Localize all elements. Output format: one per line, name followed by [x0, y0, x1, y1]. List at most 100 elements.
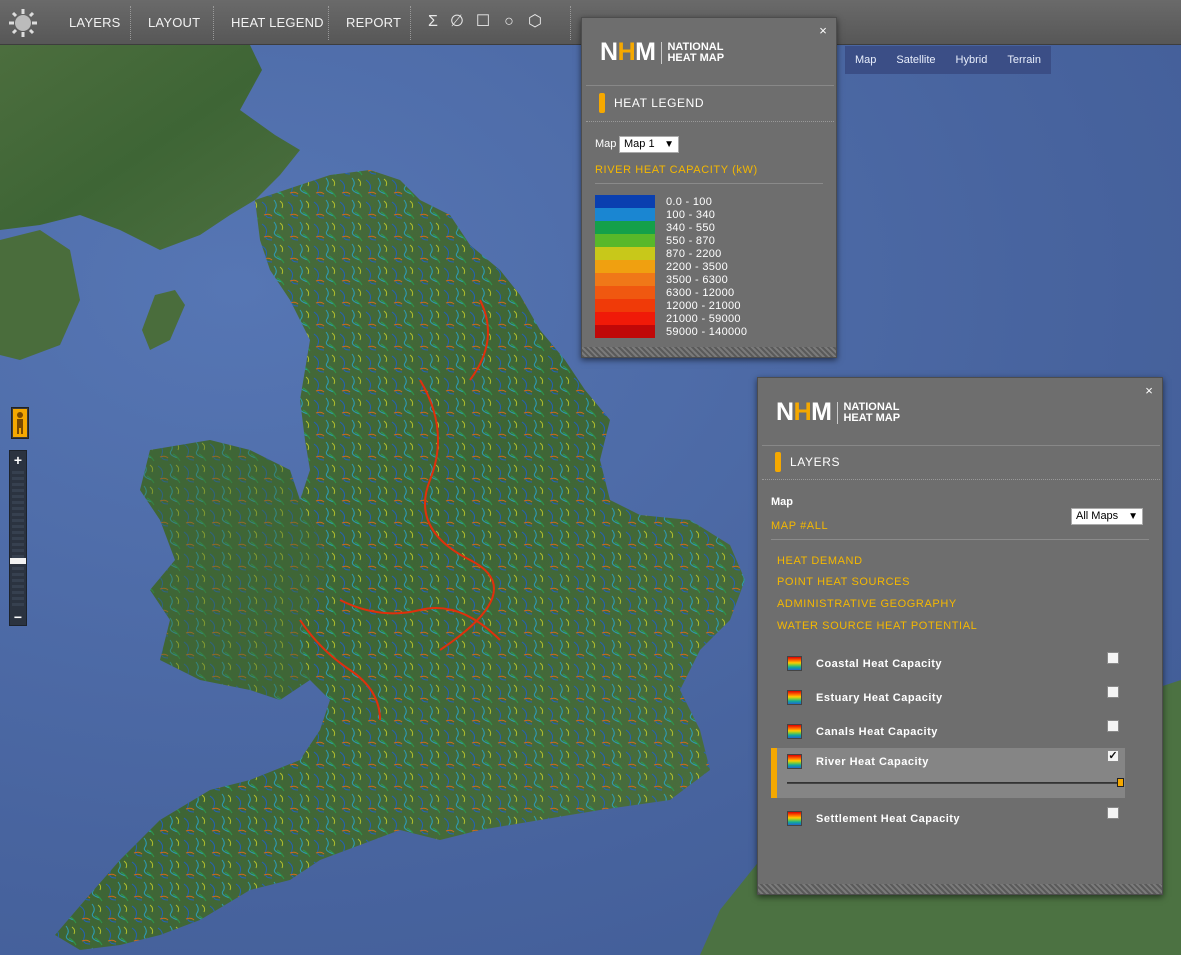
close-icon[interactable]: ×: [1142, 383, 1156, 398]
brand-line-2: HEAT MAP: [843, 411, 901, 424]
layer-checkbox[interactable]: [1107, 652, 1119, 664]
layer-canals-heat-capacity[interactable]: Canals Heat Capacity: [771, 718, 1125, 746]
heat-gradient-icon: [787, 754, 802, 769]
legend-color-swatch: [595, 299, 655, 312]
sum-icon[interactable]: Σ: [423, 12, 443, 32]
legend-range-label: 3500 - 6300: [666, 273, 729, 286]
group-water-source-heat-potential[interactable]: WATER SOURCE HEAT POTENTIAL: [777, 620, 977, 632]
menu-report[interactable]: REPORT: [328, 0, 419, 45]
landmass-northern-ireland: [0, 230, 80, 360]
divider: [586, 121, 834, 122]
zoom-slider-knob[interactable]: [10, 558, 26, 564]
map-select[interactable]: Map 1 ▼: [619, 136, 679, 153]
legend-color-swatch: [595, 195, 655, 208]
heat-legend-panel: × NHM NATIONAL HEAT MAP HEAT LEGEND Map …: [581, 17, 837, 358]
menu-heat-legend[interactable]: HEAT LEGEND: [213, 0, 342, 45]
polygon-select-icon[interactable]: ⬡: [525, 12, 545, 32]
clear-selection-icon[interactable]: ∅: [447, 12, 467, 32]
brand-line-1: NATIONAL: [843, 400, 900, 413]
app-logo-icon[interactable]: [8, 8, 38, 38]
layer-checkbox[interactable]: [1107, 686, 1119, 698]
legend-range-row: 340 - 550: [595, 221, 785, 234]
map-type-map[interactable]: Map: [845, 46, 886, 74]
legend-color-swatch: [595, 312, 655, 325]
group-administrative-geography[interactable]: ADMINISTRATIVE GEOGRAPHY: [777, 598, 957, 610]
close-icon[interactable]: ×: [816, 23, 830, 38]
legend-range-label: 0.0 - 100: [666, 195, 713, 208]
legend-range-row: 0.0 - 100: [595, 195, 785, 208]
legend-range-label: 12000 - 21000: [666, 299, 741, 312]
legend-range-label: 870 - 2200: [666, 247, 722, 260]
layer-checkbox[interactable]: [1107, 720, 1119, 732]
layer-checkbox-checked[interactable]: ✓: [1107, 750, 1119, 762]
chevron-down-icon: ▼: [1128, 511, 1138, 522]
layer-checkbox[interactable]: [1107, 807, 1119, 819]
map-label: Map: [595, 138, 617, 150]
layer-opacity-slider[interactable]: [787, 782, 1123, 784]
legend-range-label: 100 - 340: [666, 208, 716, 221]
heat-gradient-icon: [787, 690, 802, 705]
chevron-down-icon: ▼: [664, 139, 674, 150]
legend-range-label: 59000 - 140000: [666, 325, 748, 338]
legend-range-label: 21000 - 59000: [666, 312, 741, 325]
brand-line-2: HEAT MAP: [667, 51, 725, 64]
heat-gradient-icon: [787, 656, 802, 671]
toolbar-divider: [410, 6, 411, 40]
legend-range-row: 2200 - 3500: [595, 260, 785, 273]
legend-color-swatch: [595, 247, 655, 260]
layer-opacity-knob[interactable]: [1117, 778, 1124, 787]
divider: [586, 85, 834, 86]
street-view-pegman-icon[interactable]: [11, 407, 29, 439]
panel-title: LAYERS: [775, 452, 840, 472]
group-point-heat-sources[interactable]: POINT HEAT SOURCES: [777, 576, 910, 588]
heat-gradient-icon: [787, 811, 802, 826]
landmass-isle-of-man: [142, 290, 185, 350]
rectangle-select-icon[interactable]: ☐: [473, 12, 493, 32]
legend-range-row: 550 - 870: [595, 234, 785, 247]
layer-river-heat-capacity[interactable]: River Heat Capacity ✓: [771, 748, 1125, 798]
nhm-logo: NHM NATIONAL HEAT MAP: [600, 38, 725, 66]
heat-gradient-icon: [787, 724, 802, 739]
circle-select-icon[interactable]: ○: [499, 12, 519, 32]
divider: [762, 479, 1160, 480]
zoom-in-button[interactable]: +: [10, 452, 26, 468]
map-id-label: MAP #ALL: [771, 520, 829, 532]
map-scope-select[interactable]: All Maps ▼: [1071, 508, 1143, 525]
panel-footer: [758, 884, 1162, 894]
map-type-control: Map Satellite Hybrid Terrain: [845, 46, 1051, 74]
legend-range-row: 12000 - 21000: [595, 299, 785, 312]
panel-title: HEAT LEGEND: [599, 93, 704, 113]
legend-color-swatch: [595, 221, 655, 234]
legend-range-label: 2200 - 3500: [666, 260, 729, 273]
legend-range-row: 100 - 340: [595, 208, 785, 221]
group-heat-demand[interactable]: HEAT DEMAND: [777, 555, 863, 567]
accent-bar: [599, 93, 605, 113]
layer-settlement-heat-capacity[interactable]: Settlement Heat Capacity: [771, 805, 1125, 833]
zoom-out-button[interactable]: −: [10, 609, 26, 625]
legend-range-row: 59000 - 140000: [595, 325, 785, 338]
menu-layout[interactable]: LAYOUT: [130, 0, 218, 45]
legend-layer-title: RIVER HEAT CAPACITY (kW): [595, 164, 758, 176]
zoom-slider-track[interactable]: [12, 471, 24, 607]
legend-range-label: 550 - 870: [666, 234, 716, 247]
landmass-scotland: [0, 45, 300, 250]
map-type-terrain[interactable]: Terrain: [997, 46, 1051, 74]
legend-range-row: 3500 - 6300: [595, 273, 785, 286]
legend-range-label: 6300 - 12000: [666, 286, 735, 299]
panel-footer: [582, 347, 836, 357]
legend-color-swatch: [595, 325, 655, 338]
map-heading: Map: [771, 496, 793, 508]
layers-panel: × NHM NATIONAL HEAT MAP LAYERS Map MAP #…: [757, 377, 1163, 895]
toolbar-divider: [570, 6, 571, 40]
nhm-logo: NHM NATIONAL HEAT MAP: [776, 398, 901, 426]
layer-coastal-heat-capacity[interactable]: Coastal Heat Capacity: [771, 650, 1125, 678]
divider: [762, 445, 1160, 446]
map-type-hybrid[interactable]: Hybrid: [946, 46, 998, 74]
map-type-satellite[interactable]: Satellite: [886, 46, 945, 74]
zoom-control: + −: [9, 450, 27, 626]
legend-color-swatch: [595, 208, 655, 221]
brand-line-1: NATIONAL: [667, 40, 724, 53]
layer-estuary-heat-capacity[interactable]: Estuary Heat Capacity: [771, 684, 1125, 712]
menu-layers[interactable]: LAYERS: [51, 0, 139, 45]
legend-range-row: 21000 - 59000: [595, 312, 785, 325]
